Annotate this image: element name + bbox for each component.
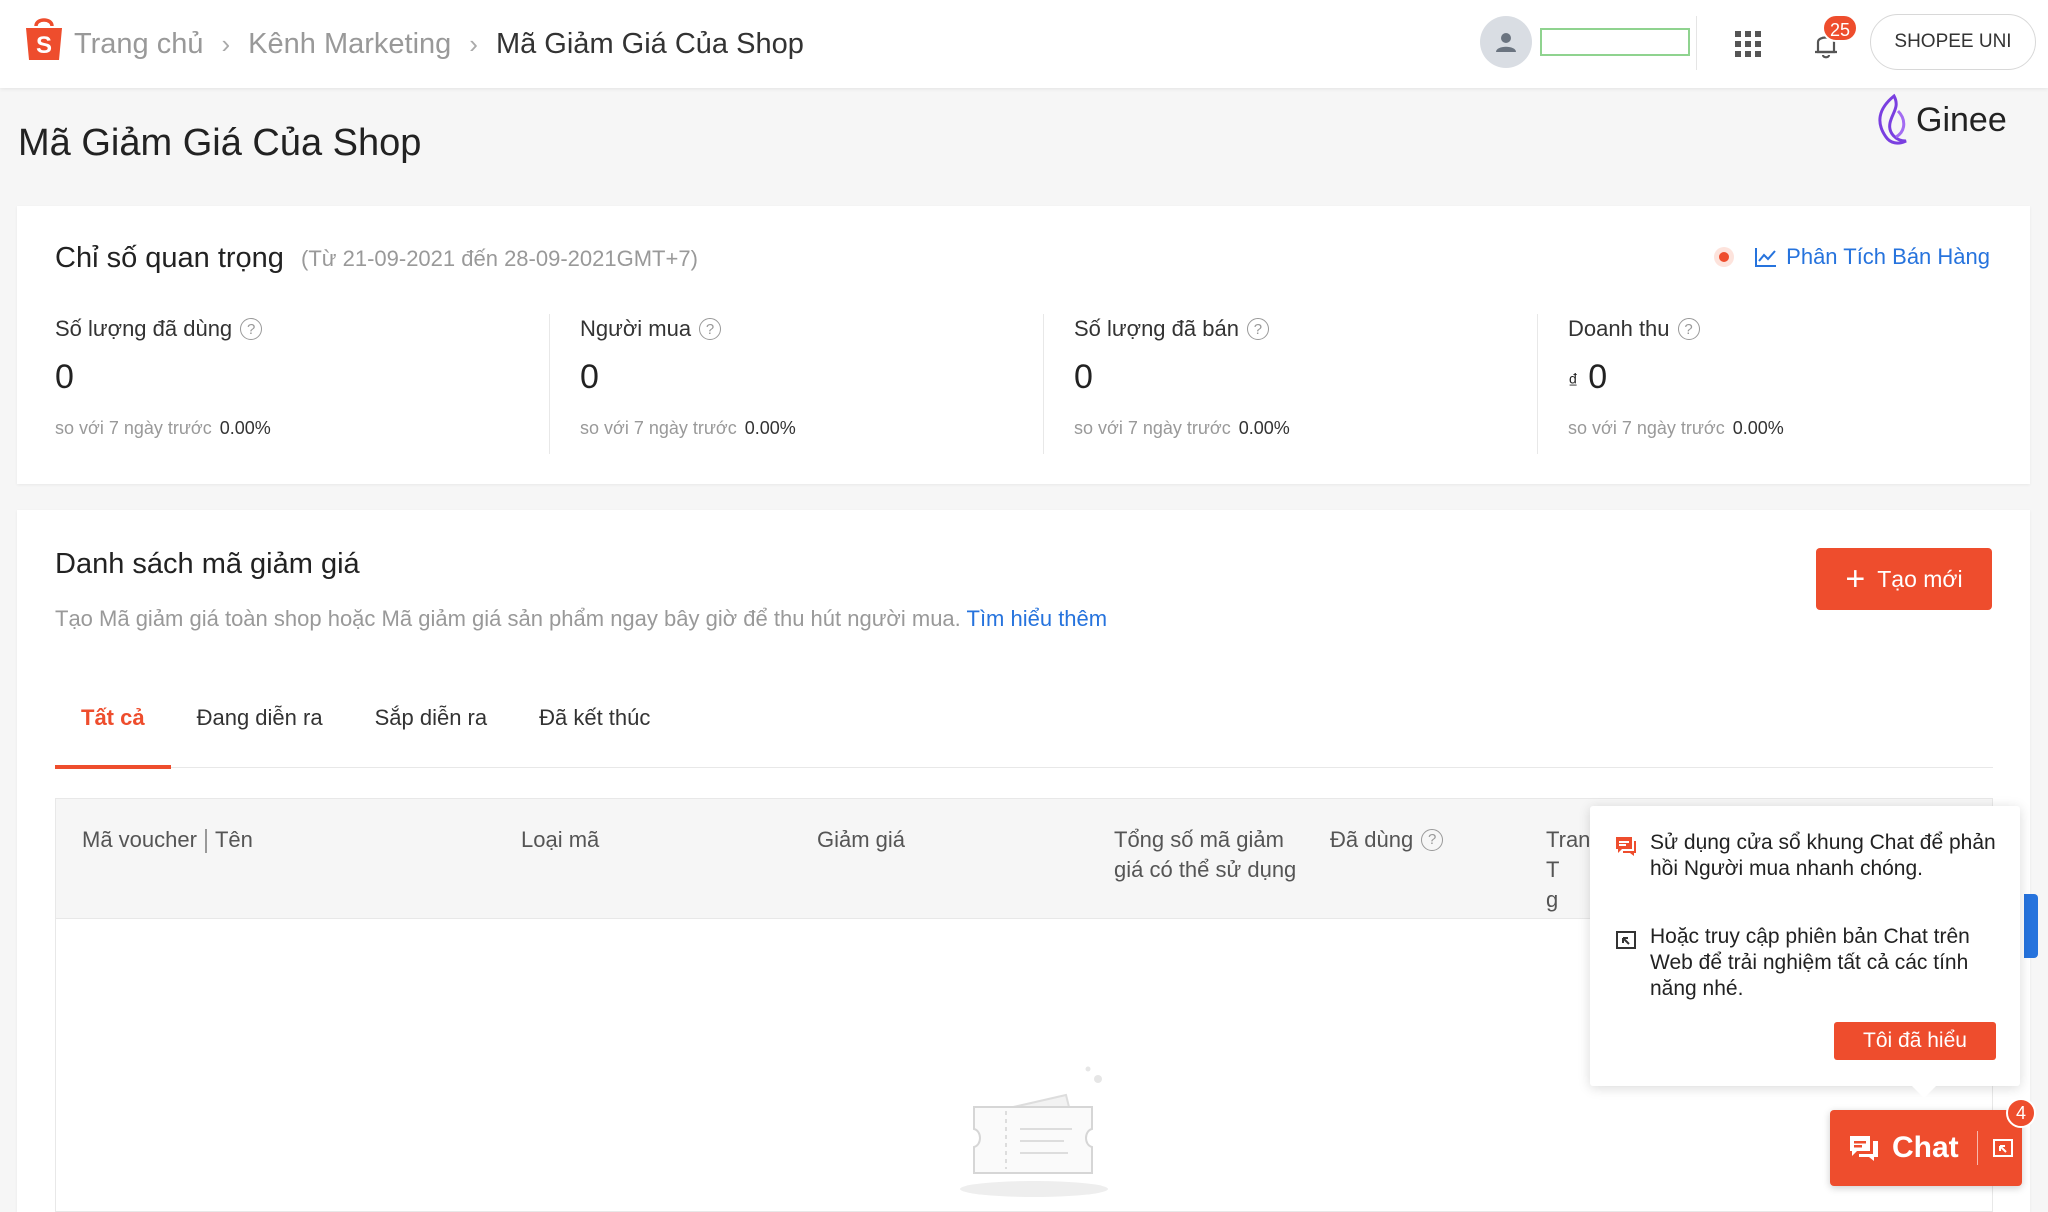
tab-ended[interactable]: Đã kết thúc xyxy=(513,668,676,768)
metrics-title: Chỉ số quan trọng xyxy=(55,242,284,274)
create-voucher-button[interactable]: + Tạo mới xyxy=(1816,548,1992,610)
breadcrumb: Trang chủ › Kênh Marketing › Mã Giảm Giá… xyxy=(74,22,804,66)
metric-label: Doanh thu xyxy=(1568,316,1670,341)
column-total: Tổng số mã giảm giá có thể sử dụng xyxy=(1114,827,1297,882)
chat-onboarding-tooltip: Sử dụng cửa sổ khung Chat để phản hồi Ng… xyxy=(1590,806,2020,1098)
user-icon xyxy=(1496,33,1516,52)
currency-symbol: ₫ xyxy=(1568,371,1579,393)
learn-more-link[interactable]: Tìm hiểu thêm xyxy=(967,606,1108,631)
ginee-logo: Ginee xyxy=(1874,92,2007,148)
metric-used: Số lượng đã dùng? 0 so với 7 ngày trước 0… xyxy=(55,314,549,454)
key-metrics-card: Chỉ số quan trọng (Từ 21-09-2021 đến 28-… xyxy=(17,206,2030,484)
voucher-list-description: Tạo Mã giảm giá toàn shop hoặc Mã giảm g… xyxy=(55,606,1108,631)
column-code-name: Mã voucher Tên xyxy=(82,827,253,854)
metric-compare: so với 7 ngày trước 0.00% xyxy=(1568,418,1784,438)
metric-change: 0.00% xyxy=(219,418,271,438)
live-dot-icon xyxy=(1714,247,1735,267)
shopee-uni-button[interactable]: SHOPEE UNI xyxy=(1870,14,2036,70)
empty-voucher-icon xyxy=(956,1049,1116,1209)
metric-sold: Số lượng đã bán? 0 so với 7 ngày trước 0.… xyxy=(1043,314,1537,454)
notification-badge: 25 xyxy=(1822,14,1859,42)
expand-window-icon xyxy=(1992,1139,2013,1157)
tab-all[interactable]: Tất cả xyxy=(55,668,171,769)
metric-value: 0 xyxy=(580,358,599,396)
metric-value: 0 xyxy=(1074,358,1093,396)
tab-upcoming[interactable]: Sắp diễn ra xyxy=(349,668,514,768)
chat-tip-text-2: Hoặc truy cập phiên bản Chat trên Web để… xyxy=(1650,925,1970,1000)
metric-compare: so với 7 ngày trước 0.00% xyxy=(1074,418,1290,438)
metric-compare: so với 7 ngày trước 0.00% xyxy=(580,418,796,438)
chat-tip-text-1: Sử dụng cửa sổ khung Chat để phản hồi Ng… xyxy=(1650,831,1996,880)
avatar[interactable] xyxy=(1480,16,1532,68)
metric-value: ₫ 0 xyxy=(1568,358,1608,396)
metric-change: 0.00% xyxy=(744,418,796,438)
chat-label: Chat xyxy=(1892,1131,1959,1164)
line-chart-icon xyxy=(1755,248,1777,267)
metric-change: 0.00% xyxy=(1732,418,1784,438)
chat-unread-badge: 4 xyxy=(2006,1098,2036,1128)
page-title: Mã Giảm Giá Của Shop xyxy=(18,122,422,164)
voucher-status-tabs: Tất cả Đang diễn ra Sắp diễn ra Đã kết t… xyxy=(55,668,1993,769)
help-icon[interactable]: ? xyxy=(1246,318,1269,340)
column-type: Loại mã xyxy=(521,827,600,852)
metric-buyers: Người mua? 0 so với 7 ngày trước 0.00% xyxy=(549,314,1043,454)
metric-value: 0 xyxy=(55,358,74,396)
metric-compare: so với 7 ngày trước 0.00% xyxy=(55,418,271,438)
metrics-date-range: (Từ 21-09-2021 đến 28-09-2021GMT+7) xyxy=(301,246,698,271)
chat-button[interactable]: Chat xyxy=(1830,1110,2022,1186)
shopee-logo-icon[interactable]: S xyxy=(22,14,66,62)
breadcrumb-home[interactable]: Trang chủ xyxy=(74,28,204,61)
top-nav-bar: S Trang chủ › Kênh Marketing › Mã Giảm G… xyxy=(0,0,2048,88)
open-external-icon xyxy=(1614,928,1638,952)
metric-label: Số lượng đã dùng xyxy=(55,316,233,341)
username-field[interactable] xyxy=(1540,28,1690,56)
help-icon[interactable]: ? xyxy=(1677,318,1700,340)
chat-bubble-icon xyxy=(1614,834,1638,858)
side-widget-edge[interactable] xyxy=(2024,894,2038,958)
help-icon[interactable]: ? xyxy=(240,318,263,340)
chat-icon xyxy=(1850,1136,1878,1161)
chat-tip-ok-button[interactable]: Tôi đã hiểu xyxy=(1834,1022,1996,1060)
metric-label: Người mua xyxy=(580,316,692,341)
ginee-text: Ginee xyxy=(1916,100,2007,139)
breadcrumb-marketing[interactable]: Kênh Marketing xyxy=(248,28,451,61)
breadcrumb-current: Mã Giảm Giá Của Shop xyxy=(495,27,804,60)
svg-text:S: S xyxy=(36,32,52,59)
help-icon[interactable]: ? xyxy=(1421,829,1444,851)
column-used: Đã dùng? xyxy=(1330,825,1444,855)
plus-icon: + xyxy=(1845,560,1866,598)
column-status: Tran T g xyxy=(1546,827,1591,912)
chevron-right-icon: › xyxy=(221,28,231,59)
analytics-link-text[interactable]: Phân Tích Bán Hàng xyxy=(1786,244,1990,270)
voucher-list-title: Danh sách mã giảm giá xyxy=(55,548,360,580)
ginee-logo-icon xyxy=(1878,93,1907,145)
metric-revenue: Doanh thu? ₫ 0 so với 7 ngày trước 0.00% xyxy=(1537,314,2031,454)
sales-analytics-link[interactable]: Phân Tích Bán Hàng xyxy=(1714,244,1990,270)
divider xyxy=(1696,16,1697,70)
tab-ongoing[interactable]: Đang diễn ra xyxy=(171,668,349,768)
metric-change: 0.00% xyxy=(1238,418,1290,438)
chevron-right-icon: › xyxy=(469,28,478,59)
apps-grid-icon[interactable] xyxy=(1732,28,1764,60)
column-discount: Giảm giá xyxy=(817,827,906,852)
help-icon[interactable]: ? xyxy=(699,318,722,340)
metric-label: Số lượng đã bán xyxy=(1074,316,1239,341)
